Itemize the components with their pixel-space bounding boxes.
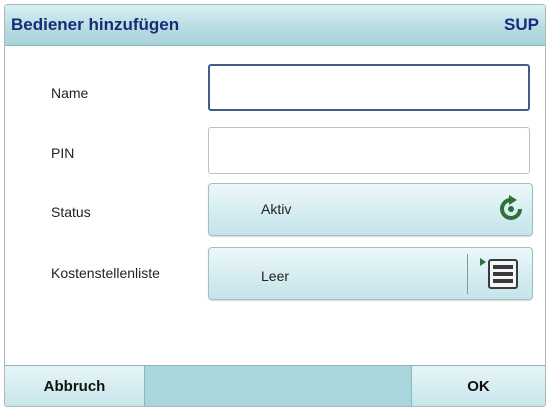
status-label: Status xyxy=(51,204,91,220)
status-value: Aktiv xyxy=(261,201,292,217)
name-label: Name xyxy=(51,85,89,101)
status-select-button[interactable]: Aktiv xyxy=(208,183,533,236)
pin-label: PIN xyxy=(51,145,75,161)
button-divider xyxy=(467,254,468,294)
mode-indicator: SUP xyxy=(504,15,539,34)
pin-field[interactable] xyxy=(208,127,530,174)
cost-center-list-button[interactable]: Leer xyxy=(208,247,533,300)
ok-button[interactable]: OK xyxy=(411,366,545,406)
cost-center-label: Kostenstellenliste xyxy=(51,265,160,281)
cost-center-value: Leer xyxy=(261,268,290,284)
title-bar: Bediener hinzufügen SUP xyxy=(5,5,545,46)
page-title: Bediener hinzufügen xyxy=(11,15,180,34)
list-icon xyxy=(480,258,518,289)
cancel-button[interactable]: Abbruch xyxy=(5,366,145,406)
softkey-bar: Abbruch OK xyxy=(5,365,545,406)
dialog-window: Bediener hinzufügen SUP Name PIN Status … xyxy=(4,4,546,407)
name-field[interactable] xyxy=(208,64,530,111)
cycle-icon xyxy=(500,195,522,220)
